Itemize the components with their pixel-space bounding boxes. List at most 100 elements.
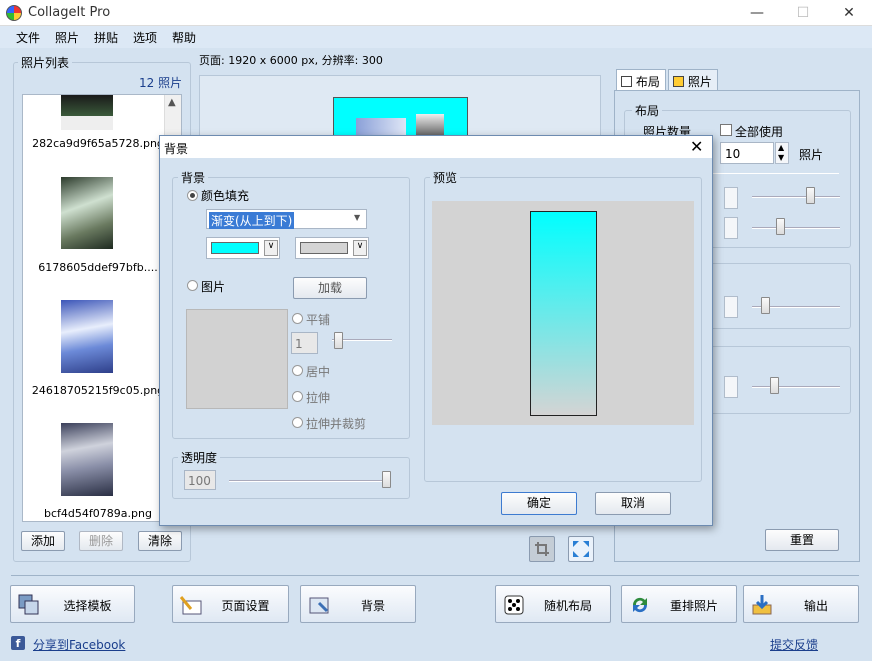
feedback-link[interactable]: 提交反馈 [770,636,818,653]
chevron-down-icon: ∨ [264,240,278,256]
photo-thumbnail[interactable] [61,95,113,130]
image-option-label: 图片 [201,280,226,294]
fit-screen-icon[interactable] [568,536,594,562]
facebook-icon[interactable]: f [11,636,25,650]
photo-caption: bcf4d54f0789a.png [44,507,152,520]
photo-caption: 24618705215f9c05.png [31,384,165,397]
photo-caption: 282ca9d9f65a5728.png [32,137,164,150]
photo-thumbnail[interactable] [61,423,113,496]
slider-track[interactable] [752,227,840,229]
tile-radio[interactable] [292,313,303,324]
dialog-title: 背景 [164,142,189,156]
load-image-button[interactable]: 加载 [293,277,367,299]
color2-swatch [300,242,348,254]
slider-thumb[interactable] [776,218,785,235]
scroll-up-icon[interactable]: ▲ [168,97,176,108]
slider-track[interactable] [752,196,840,198]
photo-count-input[interactable]: 10 [720,142,774,164]
chevron-down-icon: ▼ [354,213,361,222]
share-facebook-link[interactable]: 分享到Facebook [33,636,125,653]
photo-icon [673,76,684,87]
page-setup-button[interactable]: 页面设置 [172,585,289,623]
spinner-4[interactable] [724,376,738,398]
photo-unit-label: 照片 [799,148,824,162]
photo-caption: 6178605ddef97bfb.... [38,261,158,274]
preview-group-title: 预览 [430,169,461,186]
tab-photo[interactable]: 照片 [668,69,718,91]
minimize-icon[interactable]: — [734,0,780,26]
add-photo-button[interactable]: 添加 [21,531,65,551]
close-icon[interactable]: ✕ [826,0,872,26]
photo-list[interactable]: 282ca9d9f65a5728.png 6178605ddef97bfb...… [22,94,182,522]
window-title: CollageIt Pro [28,5,111,20]
opacity-slider-thumb[interactable] [382,471,391,488]
opacity-slider-track[interactable] [229,480,391,482]
layout-group-title: 布局 [632,102,663,119]
stretch-crop-label: 拉伸并裁剪 [306,417,367,431]
tile-count-input[interactable]: 1 [291,332,318,354]
menu-photo[interactable]: 照片 [55,29,79,46]
color1-picker[interactable]: ∨ [206,237,280,259]
center-radio[interactable] [292,365,303,376]
reset-button[interactable]: 重置 [765,529,839,551]
shuffle-photos-button[interactable]: 重排照片 [621,585,737,623]
random-layout-button[interactable]: 随机布局 [495,585,611,623]
menu-file[interactable]: 文件 [16,29,40,46]
photo-count-spinner[interactable]: ▲ ▼ [775,142,789,164]
cancel-button[interactable]: 取消 [595,492,671,515]
stretch-crop-radio[interactable] [292,417,303,428]
slider-thumb[interactable] [761,297,770,314]
select-template-button[interactable]: 选择模板 [10,585,135,623]
gradient-select[interactable]: 渐变(从上到下) ▼ [206,209,367,229]
opacity-input[interactable]: 100 [184,470,216,490]
export-button[interactable]: 输出 [743,585,859,623]
title-bar: CollageIt Pro — ☐ ✕ [0,0,872,26]
use-all-label: 全部使用 [735,125,784,139]
center-label: 居中 [306,365,331,379]
bg-group-title: 背景 [178,169,209,186]
menu-help[interactable]: 帮助 [172,29,196,46]
collage-photo[interactable] [356,118,406,136]
preview-area [432,201,694,425]
maximize-icon[interactable]: ☐ [780,0,826,26]
photo-list-title: 照片列表 [18,54,73,71]
menu-collage[interactable]: 拼贴 [94,29,118,46]
dialog-close-icon[interactable]: ✕ [690,137,703,156]
color2-picker[interactable]: ∨ [295,237,369,259]
chevron-down-icon: ∨ [353,240,367,256]
color1-swatch [211,242,259,254]
tile-slider-thumb[interactable] [334,332,343,349]
preview-page [530,211,597,416]
photo-thumbnail[interactable] [61,177,113,249]
slider-track[interactable] [752,386,840,388]
slider-thumb[interactable] [770,377,779,394]
stretch-radio[interactable] [292,391,303,402]
app-logo-icon [6,5,22,21]
opacity-group-title: 透明度 [178,449,221,466]
background-button[interactable]: 背景 [300,585,416,623]
tile-label: 平铺 [306,313,331,327]
spinner-1[interactable] [724,187,738,209]
color-fill-radio[interactable] [187,190,198,201]
menu-options[interactable]: 选项 [133,29,157,46]
photo-thumbnail[interactable] [61,300,113,373]
image-preview-box [186,309,288,409]
clear-photos-button[interactable]: 清除 [138,531,182,551]
tab-layout[interactable]: 布局 [616,69,666,91]
toolbar-divider [11,575,859,576]
spinner-3[interactable] [724,296,738,318]
crop-icon[interactable] [529,536,555,562]
layout-icon [621,76,632,87]
slider-thumb[interactable] [806,187,815,204]
photo-count: 12 照片 [139,76,183,90]
spinner-2[interactable] [724,217,738,239]
dialog-title-bar: 背景 ✕ [160,136,712,158]
background-dialog: 背景 ✕ 背景 颜色填充 渐变(从上到下) ▼ ∨ ∨ 图片 加载 平铺 1 居… [159,135,713,526]
stretch-label: 拉伸 [306,391,331,405]
menu-bar: 文件 照片 拼贴 选项 帮助 [0,26,872,48]
use-all-checkbox[interactable] [720,124,732,136]
image-radio[interactable] [187,280,198,291]
ok-button[interactable]: 确定 [501,492,577,515]
delete-photo-button[interactable]: 删除 [79,531,123,551]
color-fill-label: 颜色填充 [201,189,250,203]
